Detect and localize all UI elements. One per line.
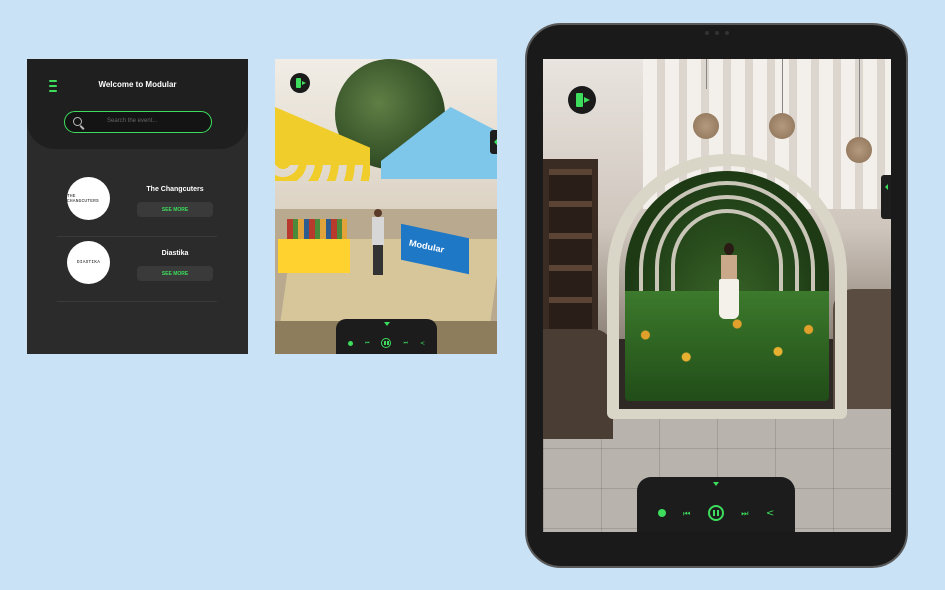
- app-header: Welcome to Modular Search the event...: [27, 59, 248, 149]
- yellow-tent-valance: [275, 161, 370, 181]
- search-input[interactable]: Search the event...: [64, 111, 212, 133]
- pendant-decoration: [693, 113, 719, 139]
- list-item: THE CHANGCUTERS The Changcuters SEE MORE: [27, 177, 248, 239]
- next-icon[interactable]: ⏭: [403, 340, 408, 347]
- pendant-decoration: [846, 137, 872, 163]
- pause-icon[interactable]: [381, 338, 392, 348]
- chevron-down-icon[interactable]: [713, 482, 719, 489]
- exit-icon: [296, 78, 301, 88]
- list-screen: Welcome to Modular Search the event... T…: [27, 59, 248, 354]
- divider: [57, 301, 217, 302]
- sofa-left: [543, 329, 613, 439]
- divider: [57, 236, 217, 237]
- share-icon[interactable]: <: [766, 508, 774, 519]
- artist-logo: DIASTIKA: [67, 241, 110, 284]
- exit-icon: [576, 93, 583, 107]
- next-icon[interactable]: ⏭: [741, 509, 748, 517]
- exit-button[interactable]: [290, 73, 310, 93]
- yellow-table: [278, 239, 350, 273]
- artist-name: The Changcuters: [146, 186, 204, 193]
- record-icon[interactable]: [657, 509, 666, 517]
- see-more-button[interactable]: SEE MORE: [137, 266, 213, 281]
- side-panel-toggle[interactable]: [490, 130, 497, 154]
- arch-frame: [607, 154, 847, 419]
- pendant-cord: [782, 59, 783, 113]
- search-icon: [73, 117, 82, 126]
- tablet-device: ⏮ ⏭ <: [525, 23, 908, 568]
- list-item: DIASTIKA Diastika SEE MORE: [27, 241, 248, 303]
- merchandise: [287, 219, 347, 241]
- side-panel-toggle[interactable]: [881, 175, 891, 219]
- see-more-button[interactable]: SEE MORE: [137, 202, 213, 217]
- artist-name: Diastika: [161, 250, 189, 257]
- previous-icon[interactable]: ⏮: [683, 509, 690, 517]
- pendant-cord: [706, 59, 707, 89]
- chevron-down-icon[interactable]: [383, 322, 390, 329]
- avatar-figure: [371, 209, 385, 277]
- share-icon[interactable]: <: [420, 340, 425, 347]
- artist-logo: THE CHANGCUTERS: [67, 177, 110, 220]
- booth-sign: Modular: [409, 237, 444, 255]
- garden-ar-screen: ⏮ ⏭ <: [543, 59, 891, 532]
- record-icon[interactable]: [347, 340, 353, 346]
- page-title: Welcome to Modular: [98, 80, 177, 89]
- bookshelf: [543, 159, 598, 339]
- blue-tent-valance: [381, 165, 497, 179]
- media-controls: ⏮ ⏭ <: [637, 477, 795, 532]
- search-placeholder: Search the event...: [107, 118, 158, 124]
- market-ar-screen: Modular ⏮ ⏭ <: [275, 59, 497, 354]
- camera: [692, 28, 742, 37]
- pendant-decoration: [769, 113, 795, 139]
- media-controls: ⏮ ⏭ <: [336, 319, 437, 354]
- previous-icon[interactable]: ⏮: [365, 340, 370, 347]
- pendant-cord: [859, 59, 860, 137]
- exit-button[interactable]: [568, 86, 596, 114]
- pause-icon[interactable]: [707, 505, 724, 521]
